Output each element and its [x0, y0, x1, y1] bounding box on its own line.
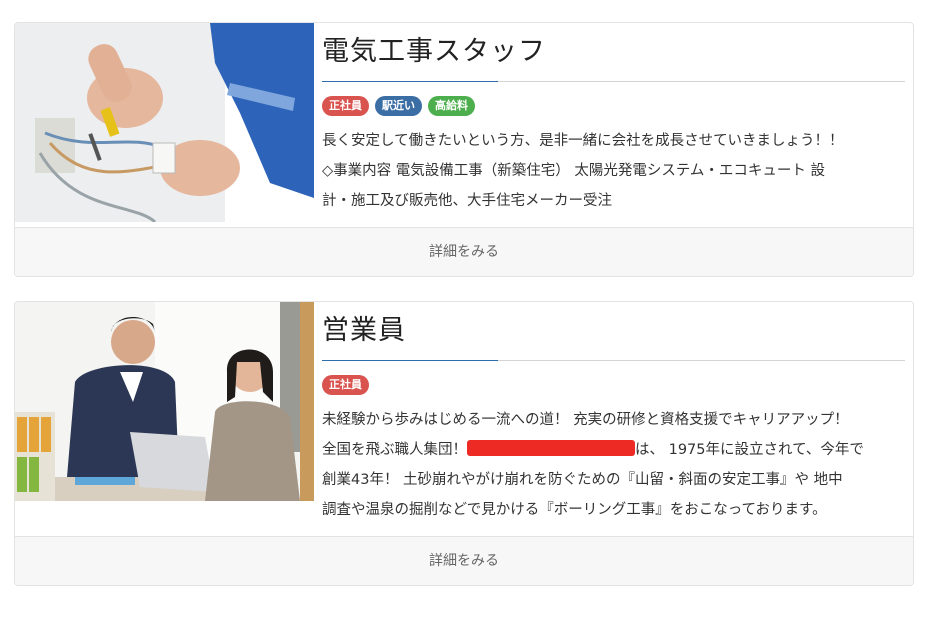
- redacted-company-name: [467, 440, 635, 456]
- job-card-electrician: 電気工事スタッフ 正社員 駅近い 高給料 長く安定して働きたいという方、是非一緒…: [14, 22, 914, 277]
- tag-high-salary: 高給料: [428, 96, 475, 116]
- job-info: 営業員 正社員 未経験から歩みはじめる一流への道！ 充実の研修と資格支援でキャリ…: [322, 302, 905, 525]
- tag-near-station: 駅近い: [375, 96, 422, 116]
- view-details-button[interactable]: 詳細をみる: [15, 227, 913, 276]
- job-photo-electrician: [15, 23, 314, 222]
- description-line: は、 1975年に設立されて、今年で: [635, 442, 864, 458]
- description-line: 調査や温泉の掘削などで見かける『ボーリング工事』をおこなっております。: [322, 502, 827, 518]
- job-description: 長く安定して働きたいという方、是非一緒に会社を成長させていきましょう！！ ◇事業…: [322, 126, 905, 216]
- tag-full-time: 正社員: [322, 375, 369, 395]
- view-details-button[interactable]: 詳細をみる: [15, 536, 913, 585]
- job-tags: 正社員: [322, 375, 905, 397]
- job-photo-sales: [15, 302, 314, 501]
- description-line: 全国を飛ぶ職人集団！: [322, 442, 467, 458]
- description-line: 創業43年！ 土砂崩れやがけ崩れを防ぐための『山留・斜面の安定工事』や 地中: [322, 472, 843, 488]
- job-card-body: 電気工事スタッフ 正社員 駅近い 高給料 長く安定して働きたいという方、是非一緒…: [15, 23, 913, 226]
- job-title: 電気工事スタッフ: [322, 36, 546, 67]
- title-divider: [322, 81, 905, 82]
- description-line: 長く安定して働きたいという方、是非一緒に会社を成長させていきましょう！！: [322, 133, 844, 149]
- job-description: 未経験から歩みはじめる一流への道！ 充実の研修と資格支援でキャリアアップ！ 全国…: [322, 405, 905, 525]
- description-line: 未経験から歩みはじめる一流への道！ 充実の研修と資格支援でキャリアアップ！: [322, 412, 849, 428]
- job-card-body: 営業員 正社員 未経験から歩みはじめる一流への道！ 充実の研修と資格支援でキャリ…: [15, 302, 913, 536]
- title-divider: [322, 360, 905, 361]
- job-info: 電気工事スタッフ 正社員 駅近い 高給料 長く安定して働きたいという方、是非一緒…: [322, 23, 905, 216]
- job-card-sales: 営業員 正社員 未経験から歩みはじめる一流への道！ 充実の研修と資格支援でキャリ…: [14, 301, 914, 586]
- tag-full-time: 正社員: [322, 96, 369, 116]
- description-line: 計・施工及び販売他、大手住宅メーカー受注: [322, 193, 612, 209]
- job-tags: 正社員 駅近い 高給料: [322, 96, 905, 118]
- job-title: 営業員: [322, 315, 406, 346]
- description-line: ◇事業内容 電気設備工事（新築住宅） 太陽光発電システム・エコキュート 設: [322, 163, 826, 179]
